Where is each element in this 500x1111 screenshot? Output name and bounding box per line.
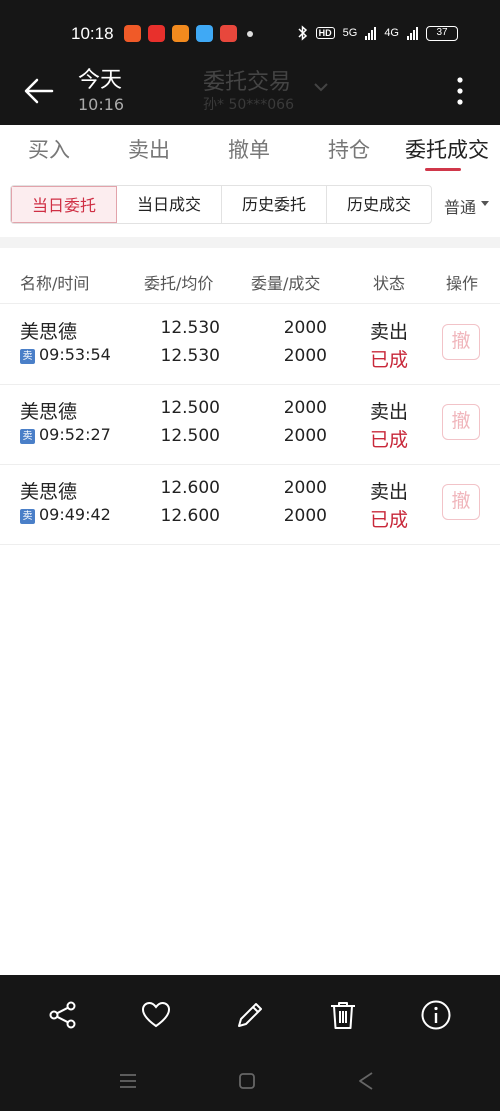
status-badge: 已成 xyxy=(370,509,409,531)
underlying-title: 委托交易 xyxy=(203,70,292,95)
more-options-icon[interactable] xyxy=(450,74,470,108)
order-price: 12.530 xyxy=(160,318,220,338)
notification-icons xyxy=(124,25,253,42)
heart-icon[interactable] xyxy=(140,999,172,1031)
more-notifications-dot xyxy=(247,30,253,37)
cancel-button[interactable]: 撤 xyxy=(442,404,480,440)
table-row[interactable]: 美思德 卖 09:49:42 12.600 12.600 2000 2000 卖… xyxy=(0,465,500,545)
filled-qty: 2000 xyxy=(283,506,327,526)
active-tab-indicator xyxy=(425,168,461,171)
stock-name: 美思德 xyxy=(20,401,78,423)
order-time: 09:49:42 xyxy=(39,505,111,524)
app-icon-2 xyxy=(148,25,165,42)
tab-positions[interactable]: 持仓 xyxy=(328,134,370,164)
network-5g-label: 5G xyxy=(342,27,358,39)
status-badge: 已成 xyxy=(370,349,409,371)
sell-badge: 卖 xyxy=(20,349,35,364)
type-filter-dropdown[interactable]: 普通 xyxy=(444,194,476,218)
app-icon-4 xyxy=(196,25,213,42)
bluetooth-icon xyxy=(298,25,307,41)
hd-icon: HD xyxy=(315,27,335,39)
col-price: 委托/均价 xyxy=(144,274,214,293)
col-quantity: 委量/成交 xyxy=(251,274,321,293)
subtab-history-trades[interactable]: 历史成交 xyxy=(327,186,431,223)
chevron-down-icon xyxy=(314,83,328,92)
status-bar: 10:18 HD 5G 4G 37 xyxy=(0,14,500,54)
tab-buy[interactable]: 买入 xyxy=(28,134,70,164)
subtab-group: 当日委托 当日成交 历史委托 历史成交 xyxy=(10,185,432,224)
col-action: 操作 xyxy=(446,274,479,293)
col-status: 状态 xyxy=(373,274,406,293)
order-side: 卖出 xyxy=(370,481,409,503)
page-subtitle-time: 10:16 xyxy=(78,95,125,114)
order-side: 卖出 xyxy=(370,401,409,423)
section-divider xyxy=(0,237,500,248)
system-icons: HD 5G 4G 37 xyxy=(298,25,458,41)
back-icon[interactable] xyxy=(354,1069,378,1093)
filled-qty: 2000 xyxy=(283,346,327,366)
avg-price: 12.500 xyxy=(160,426,220,446)
stock-name: 美思德 xyxy=(20,481,78,503)
order-side: 卖出 xyxy=(370,321,409,343)
table-row[interactable]: 美思德 卖 09:52:27 12.500 12.500 2000 2000 卖… xyxy=(0,385,500,465)
order-time: 09:52:27 xyxy=(39,425,111,444)
network-4g-label: 4G xyxy=(384,27,399,39)
subtab-today-orders[interactable]: 当日委托 xyxy=(11,186,117,223)
order-time: 09:53:54 xyxy=(39,345,111,364)
table-row[interactable]: 美思德 卖 09:53:54 12.530 12.530 2000 2000 卖… xyxy=(0,305,500,385)
status-time: 10:18 xyxy=(71,24,114,43)
sell-badge: 卖 xyxy=(20,509,35,524)
info-icon[interactable] xyxy=(420,999,452,1031)
app-icon-5 xyxy=(220,25,237,42)
back-arrow-icon[interactable] xyxy=(22,74,56,108)
app-icon-1 xyxy=(124,25,141,42)
top-bar: 10:18 HD 5G 4G 37 委托交易 孙* 50***066 今天 10… xyxy=(0,0,500,125)
signal-4g-icon xyxy=(407,26,418,40)
page-title: 今天 xyxy=(78,68,123,93)
order-price: 12.600 xyxy=(160,478,220,498)
avg-price: 12.530 xyxy=(160,346,220,366)
bottom-toolbar xyxy=(0,975,500,1055)
battery-icon: 37 xyxy=(426,25,458,41)
tab-sell[interactable]: 卖出 xyxy=(128,134,170,164)
cancel-button[interactable]: 撤 xyxy=(442,324,480,360)
home-icon[interactable] xyxy=(235,1069,259,1093)
share-icon[interactable] xyxy=(47,999,79,1031)
app-icon-3 xyxy=(172,25,189,42)
main-tabs: 买入 卖出 撤单 持仓 委托成交 xyxy=(0,125,500,175)
cancel-button[interactable]: 撤 xyxy=(442,484,480,520)
subtab-history-orders[interactable]: 历史委托 xyxy=(222,186,327,223)
nav-header: 委托交易 孙* 50***066 今天 10:16 xyxy=(0,56,500,125)
order-qty: 2000 xyxy=(283,478,327,498)
system-navigation-bar xyxy=(0,1055,500,1111)
table-header: 名称/时间 委托/均价 委量/成交 状态 操作 xyxy=(0,258,500,304)
menu-icon[interactable] xyxy=(116,1069,140,1093)
stock-name: 美思德 xyxy=(20,321,78,343)
filled-qty: 2000 xyxy=(283,426,327,446)
sell-badge: 卖 xyxy=(20,429,35,444)
status-badge: 已成 xyxy=(370,429,409,451)
avg-price: 12.600 xyxy=(160,506,220,526)
trash-icon[interactable] xyxy=(327,999,359,1031)
underlying-account: 孙* 50***066 xyxy=(203,97,294,113)
order-qty: 2000 xyxy=(283,318,327,338)
tab-cancel-order[interactable]: 撤单 xyxy=(228,134,270,164)
signal-5g-icon xyxy=(365,26,377,40)
subtab-today-trades[interactable]: 当日成交 xyxy=(117,186,222,223)
dropdown-caret-icon xyxy=(481,201,489,206)
tab-orders-trades[interactable]: 委托成交 xyxy=(405,134,489,164)
order-qty: 2000 xyxy=(283,398,327,418)
order-price: 12.500 xyxy=(160,398,220,418)
col-name-time: 名称/时间 xyxy=(20,274,90,293)
edit-icon[interactable] xyxy=(234,999,266,1031)
